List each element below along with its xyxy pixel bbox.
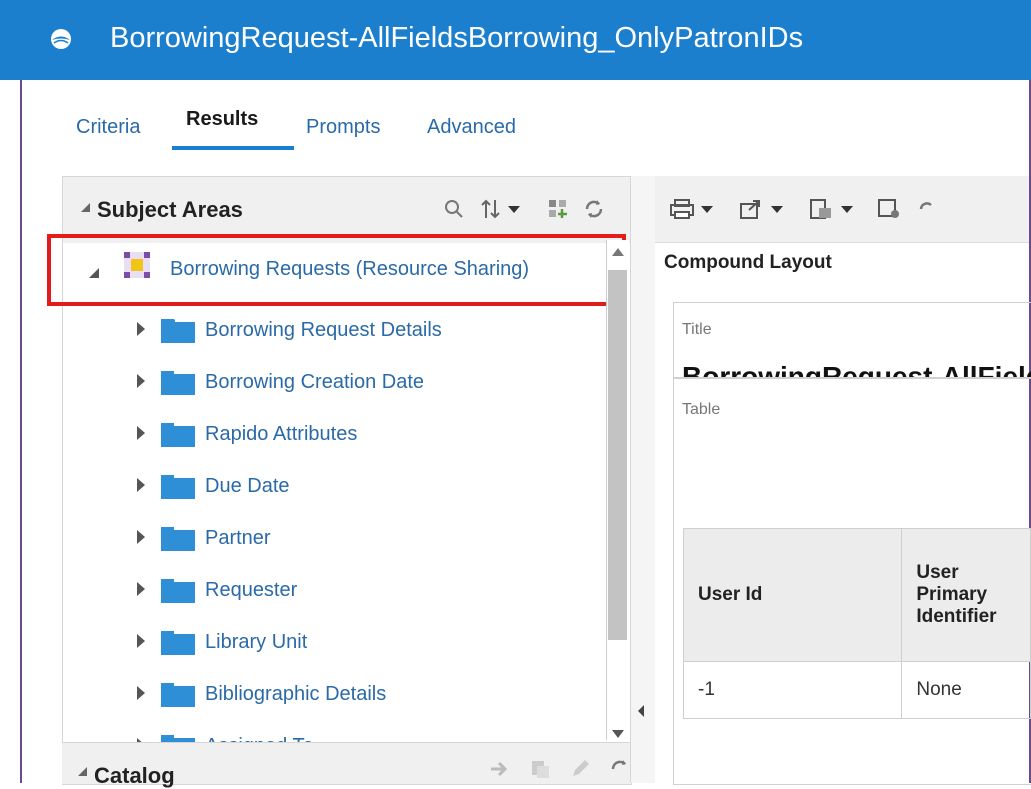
tree-folder-library-unit[interactable]: Library Unit bbox=[63, 619, 605, 665]
title-view-caption: Title bbox=[682, 321, 712, 338]
catalog-header: Catalog bbox=[62, 742, 633, 788]
folder-icon bbox=[161, 319, 195, 343]
data-icon bbox=[810, 199, 831, 219]
properties-icon bbox=[878, 199, 899, 218]
tree-folder-due-date[interactable]: Due Date bbox=[63, 463, 605, 509]
table-cell: -1 bbox=[682, 661, 903, 719]
move-arrow-icon[interactable] bbox=[487, 755, 513, 783]
chevron-down-icon bbox=[701, 205, 713, 213]
copy-icon[interactable] bbox=[527, 755, 553, 783]
folder-icon bbox=[161, 683, 195, 707]
expand-arrow-icon[interactable] bbox=[137, 634, 145, 648]
tab-criteria[interactable]: Criteria bbox=[76, 116, 140, 139]
subject-area-tree: Borrowing Requests (Resource Sharing) Bo… bbox=[63, 243, 605, 743]
tree-folder-label[interactable]: Library Unit bbox=[205, 631, 307, 654]
table-header-row: User Id User Primary Identifier bbox=[682, 528, 1031, 662]
folder-icon bbox=[161, 423, 195, 447]
tree-folder-label[interactable]: Due Date bbox=[205, 475, 290, 498]
folder-icon bbox=[161, 475, 195, 499]
tree-folder-rapido-attributes[interactable]: Rapido Attributes bbox=[63, 411, 605, 457]
print-button[interactable] bbox=[669, 194, 713, 224]
expand-arrow-icon[interactable] bbox=[137, 686, 145, 700]
tree-folder-borrowing-request-details[interactable]: Borrowing Request Details bbox=[63, 307, 605, 353]
refresh-icon[interactable] bbox=[581, 195, 607, 223]
tree-folder-label[interactable]: Requester bbox=[205, 579, 297, 602]
tab-advanced[interactable]: Advanced bbox=[427, 116, 516, 139]
edit-pencil-icon[interactable] bbox=[567, 755, 593, 783]
properties-button[interactable] bbox=[877, 194, 903, 224]
folder-icon bbox=[161, 371, 195, 395]
scroll-up-arrow-icon[interactable] bbox=[612, 248, 624, 256]
export-button[interactable] bbox=[739, 194, 783, 224]
sort-icon[interactable] bbox=[477, 195, 527, 223]
collapse-subject-areas-icon[interactable] bbox=[81, 203, 90, 212]
tree-folder-bibliographic-details[interactable]: Bibliographic Details bbox=[63, 671, 605, 717]
expand-arrow-icon[interactable] bbox=[137, 374, 145, 388]
expand-arrow-icon[interactable] bbox=[137, 582, 145, 596]
highlight-box bbox=[47, 234, 626, 306]
table-cell: None bbox=[901, 661, 1031, 719]
title-bar: BorrowingRequest-AllFieldsBorrowing_Only… bbox=[0, 0, 1031, 80]
results-toolbar bbox=[655, 176, 1029, 243]
table-view-caption: Table bbox=[682, 401, 721, 418]
tree-folder-borrowing-creation-date[interactable]: Borrowing Creation Date bbox=[63, 359, 605, 405]
table-row: -1 None bbox=[682, 661, 1031, 719]
subject-areas-title: Subject Areas bbox=[97, 197, 243, 222]
window-title: BorrowingRequest-AllFieldsBorrowing_Only… bbox=[110, 22, 804, 54]
folder-icon bbox=[161, 527, 195, 551]
title-view-text: BorrowingRequest-AllFieldsBorrowing_Only… bbox=[682, 361, 1031, 378]
export-icon bbox=[740, 200, 760, 219]
tab-results[interactable]: Results bbox=[186, 108, 258, 131]
column-header-user-id[interactable]: User Id bbox=[682, 528, 903, 662]
results-table: User Id User Primary Identifier -1 None bbox=[682, 528, 1031, 719]
tree-folder-label[interactable]: Borrowing Creation Date bbox=[205, 371, 424, 394]
refresh-icon[interactable] bbox=[607, 755, 633, 783]
tree-folder-label[interactable]: Partner bbox=[205, 527, 271, 550]
analytics-app-icon bbox=[51, 29, 71, 49]
tree-folder-label[interactable]: Bibliographic Details bbox=[205, 683, 386, 706]
folder-icon bbox=[161, 631, 195, 655]
print-icon bbox=[670, 199, 694, 219]
scroll-down-arrow-icon[interactable] bbox=[612, 730, 624, 738]
folder-icon bbox=[161, 579, 195, 603]
collapse-catalog-icon[interactable] bbox=[78, 767, 87, 776]
tree-folder-label[interactable]: Borrowing Request Details bbox=[205, 319, 442, 342]
expand-arrow-icon[interactable] bbox=[137, 530, 145, 544]
chevron-down-icon bbox=[771, 205, 783, 213]
add-subject-area-icon[interactable] bbox=[545, 195, 571, 223]
title-view[interactable]: Title BorrowingRequest-AllFieldsBorrowin… bbox=[673, 302, 1031, 378]
compound-layout-label: Compound Layout bbox=[664, 252, 832, 273]
more-tools-icon[interactable] bbox=[919, 194, 933, 224]
tree-folder-partner[interactable]: Partner bbox=[63, 515, 605, 561]
collapse-panel-arrow-icon[interactable] bbox=[638, 705, 644, 717]
panel-splitter[interactable] bbox=[630, 176, 655, 783]
expand-arrow-icon[interactable] bbox=[137, 426, 145, 440]
data-view-button[interactable] bbox=[809, 194, 853, 224]
tree-folder-label[interactable]: Rapido Attributes bbox=[205, 423, 357, 446]
column-header-user-primary-identifier[interactable]: User Primary Identifier bbox=[901, 528, 1031, 662]
tree-folder-requester[interactable]: Requester bbox=[63, 567, 605, 613]
chevron-down-icon bbox=[841, 205, 853, 213]
tree-folder-assigned-to[interactable]: Assigned To bbox=[63, 723, 605, 743]
tab-prompts[interactable]: Prompts bbox=[306, 116, 380, 139]
catalog-title: Catalog bbox=[94, 763, 175, 788]
active-tab-indicator bbox=[172, 146, 294, 150]
expand-arrow-icon[interactable] bbox=[137, 478, 145, 492]
expand-arrow-icon[interactable] bbox=[137, 322, 145, 336]
window-frame-left bbox=[20, 80, 22, 783]
scrollbar-thumb[interactable] bbox=[608, 270, 627, 640]
search-icon[interactable] bbox=[441, 195, 467, 223]
